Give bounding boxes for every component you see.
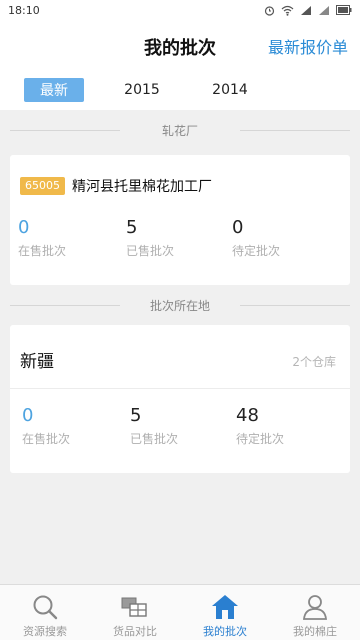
nav-my-batches[interactable]: 我的批次 <box>180 585 270 640</box>
ginnery-card[interactable]: 65005 精河县托里棉花加工厂 0 在售批次 5 已售批次 0 待定批次 <box>10 155 350 285</box>
stat-on-sale[interactable]: 0 在售批次 <box>22 405 70 447</box>
compare-icon <box>120 593 150 621</box>
stat-label: 待定批次 <box>236 432 285 446</box>
stat-label: 在售批次 <box>18 244 67 258</box>
tab-2015[interactable]: 2015 <box>112 78 172 102</box>
wifi-icon <box>281 5 294 16</box>
section-label-text: 批次所在地 <box>149 298 210 313</box>
section-label-ginnery: 轧花厂 <box>0 120 360 140</box>
section-label-location: 批次所在地 <box>0 295 360 315</box>
status-bar: 18:10 <box>0 0 360 20</box>
stat-label: 在售批次 <box>22 432 71 446</box>
stat-value: 5 <box>130 405 142 426</box>
nav-label: 我的棉庄 <box>293 625 337 638</box>
year-tabs: 最新 2015 2014 <box>0 70 360 110</box>
stat-value: 0 <box>18 217 30 238</box>
alarm-icon <box>264 5 275 16</box>
stat-value: 5 <box>126 217 138 238</box>
stat-pending[interactable]: 48 待定批次 <box>236 405 284 447</box>
stat-on-sale[interactable]: 0 在售批次 <box>18 217 66 259</box>
stat-value: 0 <box>232 217 244 238</box>
signal-2-icon <box>319 5 329 15</box>
divider <box>10 388 350 389</box>
latest-quote-button[interactable]: 最新报价单 <box>268 34 348 58</box>
stat-sold[interactable]: 5 已售批次 <box>126 217 174 259</box>
nav-my-cotton-farm[interactable]: 我的棉庄 <box>270 585 360 640</box>
ginnery-code-badge: 65005 <box>20 177 65 195</box>
tab-2014[interactable]: 2014 <box>200 78 260 102</box>
nav-label: 资源搜索 <box>23 625 67 638</box>
home-icon <box>210 593 240 621</box>
stat-value: 0 <box>22 405 34 426</box>
tab-latest[interactable]: 最新 <box>24 78 84 102</box>
region-card[interactable]: 新疆 2个仓库 0 在售批次 5 已售批次 48 待定批次 <box>10 325 350 473</box>
status-icons <box>264 5 352 16</box>
stat-sold[interactable]: 5 已售批次 <box>130 405 178 447</box>
person-icon <box>300 593 330 621</box>
stat-label: 待定批次 <box>232 244 281 258</box>
app-header: 我的批次 最新报价单 <box>0 20 360 70</box>
region-name: 新疆 <box>20 352 54 372</box>
bottom-nav: 资源搜索 货品对比 我的批次 我的棉庄 <box>0 584 360 640</box>
nav-label: 货品对比 <box>113 625 157 638</box>
status-time: 18:10 <box>8 3 40 17</box>
ginnery-name: 精河县托里棉花加工厂 <box>72 179 212 195</box>
section-label-text: 轧花厂 <box>161 123 198 138</box>
search-icon <box>30 593 60 621</box>
nav-goods-compare[interactable]: 货品对比 <box>90 585 180 640</box>
warehouse-count: 2个仓库 <box>292 355 336 369</box>
stat-label: 已售批次 <box>126 244 175 258</box>
stat-value: 48 <box>236 405 259 426</box>
battery-icon <box>336 5 352 15</box>
nav-label: 我的批次 <box>203 625 247 638</box>
stat-pending[interactable]: 0 待定批次 <box>232 217 280 259</box>
signal-icon <box>301 5 311 15</box>
stat-label: 已售批次 <box>130 432 179 446</box>
nav-resource-search[interactable]: 资源搜索 <box>0 585 90 640</box>
